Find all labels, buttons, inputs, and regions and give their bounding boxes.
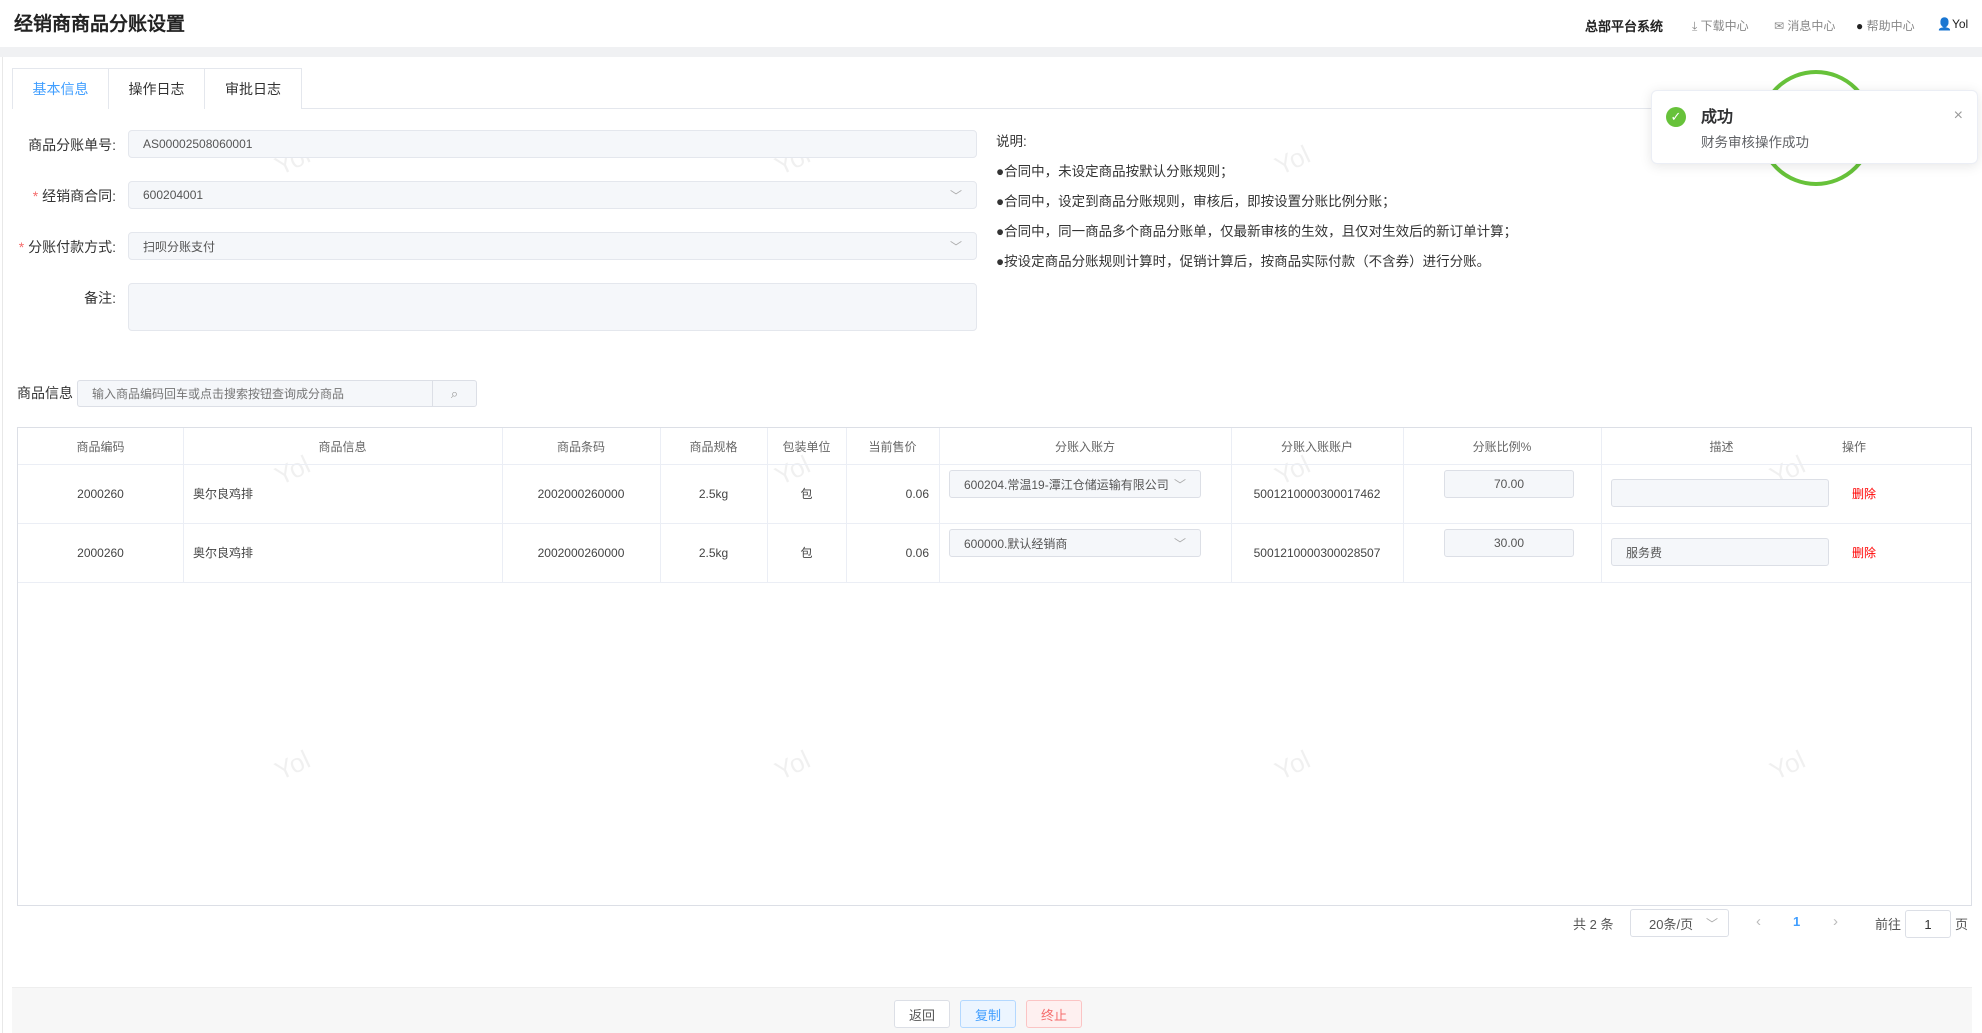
tab-operation-log[interactable]: 操作日志 xyxy=(108,68,205,109)
toast-title: 成功 xyxy=(1701,109,1734,126)
column-header: 操作 xyxy=(1842,439,1867,454)
goods-search-button[interactable]: ⌕ xyxy=(432,380,477,407)
chevron-down-icon: ﹀ xyxy=(1173,477,1186,492)
goods-search-input[interactable] xyxy=(77,380,433,407)
cell-spec: 2.5kg xyxy=(698,486,729,501)
order-no-label: 商品分账单号: xyxy=(28,137,116,153)
cell-name: 奥尔良鸡排 xyxy=(193,487,254,501)
success-toast: ✓ 成功 财务审核操作成功 × xyxy=(1651,90,1978,164)
note-item: ●合同中，设定到商品分账规则，审核后，即按设置分账比例分账； xyxy=(996,194,1396,209)
cell-name: 奥尔良鸡排 xyxy=(193,546,254,560)
column-header: 商品编码 xyxy=(76,439,125,454)
download-center-link[interactable]: ⤓ 下载中心 xyxy=(1692,17,1749,34)
help-center-link[interactable]: ● 帮助中心 xyxy=(1856,17,1915,34)
order-no-field: AS00002508060001 xyxy=(128,130,977,158)
check-circle-icon: ✓ xyxy=(1666,107,1686,127)
delete-link[interactable]: 删除 xyxy=(1852,464,1876,523)
description-input[interactable] xyxy=(1611,479,1829,507)
goods-table: 商品编码 商品信息 商品条码 商品规格 包装单位 当前售价 分账入账方 分账入账账户 分账比例%… xyxy=(17,427,1972,906)
cell-barcode: 2002000260000 xyxy=(537,545,625,560)
cell-account: 5001210000300028507 xyxy=(1253,545,1381,560)
note-item: ●按设定商品分账规则计算时，促销计算后，按商品实际付款（不含券）进行分账。 xyxy=(996,254,1491,269)
download-icon: ⤓ xyxy=(1692,19,1698,33)
column-header: 描述 xyxy=(1709,439,1734,454)
table-row: 2000260 奥尔良鸡排 2002000260000 2.5kg 包 0.06 60020… xyxy=(18,464,1971,523)
column-header: 分账入账账户 xyxy=(1280,439,1353,454)
goods-label: 商品信息 xyxy=(17,385,73,401)
goto-label: 前往 xyxy=(1875,917,1902,932)
tab-basic-info[interactable]: 基本信息 xyxy=(12,68,109,109)
help-icon: ● xyxy=(1856,19,1864,33)
column-header: 商品规格 xyxy=(689,439,738,454)
user-icon: 👤 xyxy=(1937,17,1952,31)
note-item: ●合同中，同一商品多个商品分账单，仅最新审核的生效，且仅对生效后的新订单计算； xyxy=(996,224,1518,239)
cell-spec: 2.5kg xyxy=(698,545,729,560)
column-header: 商品信息 xyxy=(318,439,367,454)
delete-link[interactable]: 删除 xyxy=(1852,523,1876,582)
cell-unit: 包 xyxy=(800,546,813,560)
close-icon[interactable]: × xyxy=(1954,107,1963,125)
message-center-link[interactable]: ✉ 消息中心 xyxy=(1774,17,1835,34)
account-party-select[interactable]: 600204.常温19-潭江仓储运输有限公司 ﹀ xyxy=(949,470,1201,498)
cell-price: 0.06 xyxy=(905,486,929,501)
cell-unit: 包 xyxy=(800,487,813,501)
chevron-down-icon: ﹀ xyxy=(1173,536,1186,551)
contract-select[interactable]: 600204001 ﹀ xyxy=(128,181,977,209)
page-number-1[interactable]: 1 xyxy=(1793,914,1800,929)
page-title: 经销商商品分账设置 xyxy=(14,14,186,35)
system-name: 总部平台系统 xyxy=(1585,19,1664,34)
ratio-input[interactable]: 70.00 xyxy=(1444,470,1574,498)
header-divider xyxy=(0,47,1982,57)
column-header: 包装单位 xyxy=(782,439,831,454)
column-header: 分账比例% xyxy=(1472,439,1532,454)
chevron-down-icon: ﹀ xyxy=(949,239,962,254)
pay-method-label: * 分账付款方式: xyxy=(18,239,116,255)
column-header: 分账入账方 xyxy=(1054,439,1115,454)
next-page-button[interactable]: › xyxy=(1833,913,1838,930)
notes-title: 说明: xyxy=(996,134,1027,149)
page-suffix: 页 xyxy=(1955,917,1969,932)
account-party-select[interactable]: 600000.默认经销商 ﹀ xyxy=(949,529,1201,557)
top-header xyxy=(0,0,1982,47)
search-icon: ⌕ xyxy=(450,385,459,401)
cell-price: 0.06 xyxy=(905,545,929,560)
description-input[interactable]: 服务费 xyxy=(1611,538,1829,566)
cell-account: 5001210000300017462 xyxy=(1253,486,1381,501)
pay-method-select[interactable]: 扫呗分账支付 ﹀ xyxy=(128,232,977,260)
mail-icon: ✉ xyxy=(1774,19,1785,33)
ratio-input[interactable]: 30.00 xyxy=(1444,529,1574,557)
toast-message: 财务审核操作成功 xyxy=(1701,135,1809,150)
prev-page-button[interactable]: ‹ xyxy=(1756,913,1761,930)
contract-label: * 经销商合同: xyxy=(32,188,116,204)
tab-approval-log[interactable]: 审批日志 xyxy=(204,68,302,109)
remark-textarea[interactable] xyxy=(128,283,977,331)
back-button[interactable]: 返回 xyxy=(894,1000,950,1028)
table-row: 2000260 奥尔良鸡排 2002000260000 2.5kg 包 0.06 60000… xyxy=(18,523,1971,582)
column-header: 商品条码 xyxy=(556,439,605,454)
goto-page-input[interactable]: 1 xyxy=(1905,910,1951,938)
column-header: 当前售价 xyxy=(868,439,917,454)
user-menu[interactable]: 👤Yol xyxy=(1937,17,1968,31)
cell-code: 2000260 xyxy=(77,486,124,501)
total-count: 共 2 条 xyxy=(1573,917,1614,932)
note-item: ●合同中，未设定商品按默认分账规则； xyxy=(996,164,1234,179)
cell-code: 2000260 xyxy=(77,545,124,560)
stop-button[interactable]: 终止 xyxy=(1026,1000,1082,1028)
chevron-down-icon: ﹀ xyxy=(1705,916,1718,931)
page-size-select[interactable]: 20条/页 ﹀ xyxy=(1630,909,1729,937)
copy-button[interactable]: 复制 xyxy=(960,1000,1016,1028)
chevron-down-icon: ﹀ xyxy=(949,188,962,203)
remark-label: 备注: xyxy=(84,290,116,306)
cell-barcode: 2002000260000 xyxy=(537,486,625,501)
